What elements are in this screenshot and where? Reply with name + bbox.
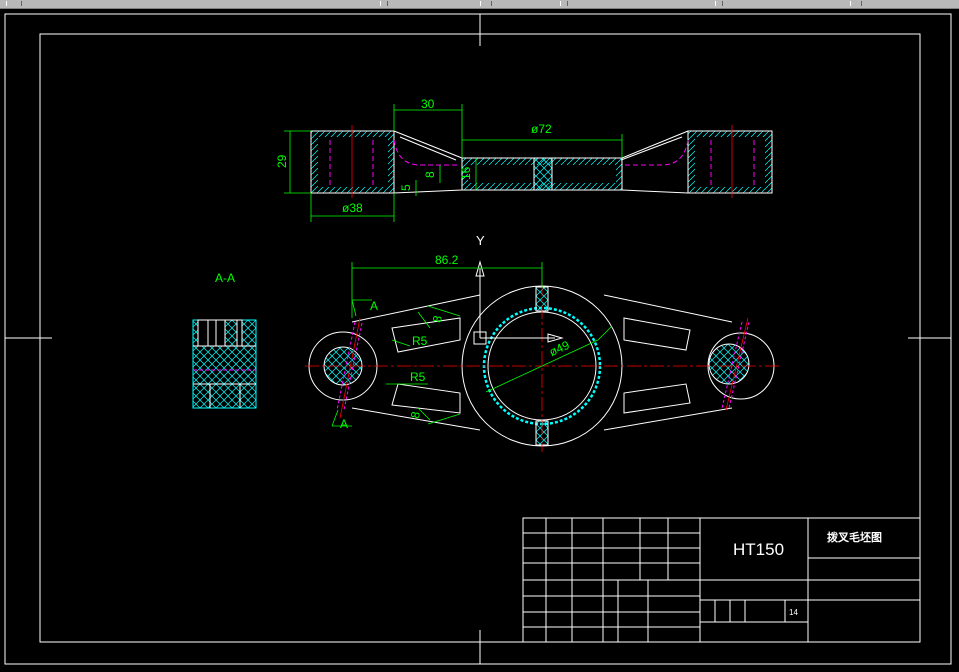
sheet-border — [4, 13, 952, 665]
dim-height-left: 29 — [275, 154, 289, 168]
section-view-aa — [192, 319, 257, 409]
drawing-canvas[interactable]: 30 ø72 29 16 8 5 ø38 86.2 ø49 R5 R5 8 8 … — [0, 8, 959, 667]
dim-span: 86.2 — [435, 253, 459, 267]
dim-r-lower: R5 — [410, 370, 426, 384]
y-axis-label: Y — [476, 233, 485, 248]
dim-top-width: 30 — [421, 97, 435, 111]
dim-16: 16 — [459, 166, 473, 180]
dim-rib-top: 8 — [430, 314, 445, 324]
section-marker-top: A — [370, 299, 378, 313]
dim-r-upper: R5 — [412, 334, 428, 348]
dim-top-dia: ø72 — [531, 122, 552, 136]
sheet-number: 14 — [789, 608, 798, 617]
dim-rib-bottom: 8 — [408, 410, 423, 420]
dim-bottom-dia: ø38 — [342, 201, 363, 215]
section-marker-bottom: A — [340, 417, 348, 431]
dim-8: 8 — [423, 171, 437, 178]
dim-5: 5 — [399, 184, 413, 191]
front-view — [305, 260, 780, 452]
section-label: A-A — [215, 271, 235, 285]
material-label: HT150 — [733, 540, 784, 559]
drawing-name: 拨叉毛坯图 — [827, 530, 882, 544]
